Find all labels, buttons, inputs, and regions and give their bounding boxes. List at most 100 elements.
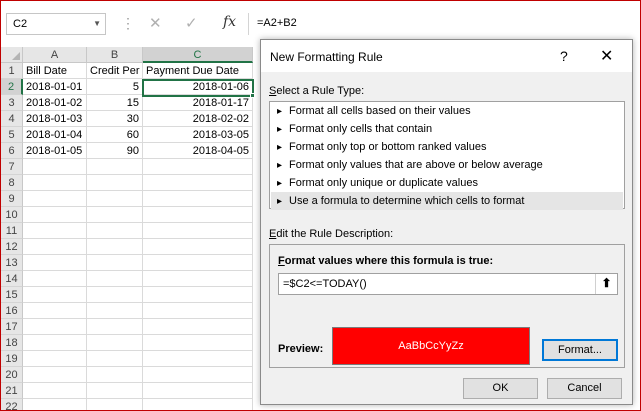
empty-cell[interactable]: [87, 335, 143, 351]
empty-cell[interactable]: [23, 223, 87, 239]
data-cell[interactable]: 2018-01-04: [23, 127, 87, 143]
formula-input[interactable]: =A2+B2: [248, 13, 640, 35]
format-button[interactable]: Format...: [542, 339, 618, 361]
data-cell[interactable]: 2018-01-02: [23, 95, 87, 111]
data-cell[interactable]: 15: [87, 95, 143, 111]
column-header-b[interactable]: B: [87, 47, 143, 63]
empty-cell[interactable]: [23, 255, 87, 271]
dialog-titlebar[interactable]: New Formatting Rule ? ✕: [261, 40, 632, 72]
empty-cell[interactable]: [143, 223, 253, 239]
empty-cell[interactable]: [87, 319, 143, 335]
select-all-button[interactable]: [1, 47, 23, 63]
column-header-a[interactable]: A: [23, 47, 87, 63]
data-cell[interactable]: 2018-04-05: [143, 143, 253, 159]
empty-cell[interactable]: [23, 303, 87, 319]
empty-cell[interactable]: [87, 223, 143, 239]
row-header-17[interactable]: 17: [1, 319, 23, 335]
rule-type-item[interactable]: ▸ Format only cells that contain: [271, 120, 623, 138]
data-cell[interactable]: 5: [87, 79, 143, 95]
row-header-10[interactable]: 10: [1, 207, 23, 223]
row-header-12[interactable]: 12: [1, 239, 23, 255]
row-header-4[interactable]: 4: [1, 111, 23, 127]
row-header-2[interactable]: 2: [1, 79, 23, 95]
row-header-3[interactable]: 3: [1, 95, 23, 111]
empty-cell[interactable]: [143, 399, 253, 410]
empty-cell[interactable]: [87, 303, 143, 319]
header-cell[interactable]: Credit Per: [87, 63, 143, 79]
empty-cell[interactable]: [143, 191, 253, 207]
empty-cell[interactable]: [23, 239, 87, 255]
data-cell[interactable]: 60: [87, 127, 143, 143]
empty-cell[interactable]: [23, 287, 87, 303]
rule-formula-input[interactable]: =$C2<=TODAY() ⬆: [278, 273, 618, 295]
empty-cell[interactable]: [23, 351, 87, 367]
empty-cell[interactable]: [143, 207, 253, 223]
empty-cell[interactable]: [143, 367, 253, 383]
empty-cell[interactable]: [143, 175, 253, 191]
column-header-c[interactable]: C: [143, 47, 253, 63]
empty-cell[interactable]: [87, 159, 143, 175]
empty-cell[interactable]: [87, 239, 143, 255]
chevron-down-icon[interactable]: ▼: [93, 19, 101, 28]
empty-cell[interactable]: [23, 399, 87, 410]
data-cell[interactable]: 2018-01-01: [23, 79, 87, 95]
empty-cell[interactable]: [143, 271, 253, 287]
collapse-dialog-icon[interactable]: ⬆: [595, 274, 617, 294]
row-header-19[interactable]: 19: [1, 351, 23, 367]
empty-cell[interactable]: [23, 367, 87, 383]
rule-type-item[interactable]: ▸ Format only values that are above or be…: [271, 156, 623, 174]
header-cell[interactable]: Bill Date: [23, 63, 87, 79]
data-cell[interactable]: 2018-01-03: [23, 111, 87, 127]
data-cell[interactable]: 2018-02-02: [143, 111, 253, 127]
data-cell[interactable]: 2018-01-06: [143, 79, 253, 95]
empty-cell[interactable]: [87, 383, 143, 399]
empty-cell[interactable]: [87, 271, 143, 287]
row-header-11[interactable]: 11: [1, 223, 23, 239]
row-header-18[interactable]: 18: [1, 335, 23, 351]
empty-cell[interactable]: [87, 255, 143, 271]
row-header-6[interactable]: 6: [1, 143, 23, 159]
empty-cell[interactable]: [87, 351, 143, 367]
empty-cell[interactable]: [87, 207, 143, 223]
help-icon[interactable]: ?: [560, 48, 568, 64]
row-header-9[interactable]: 9: [1, 191, 23, 207]
row-header-1[interactable]: 1: [1, 63, 23, 79]
row-header-22[interactable]: 22: [1, 399, 23, 410]
empty-cell[interactable]: [23, 191, 87, 207]
data-cell[interactable]: 2018-01-05: [23, 143, 87, 159]
data-cell[interactable]: 2018-01-17: [143, 95, 253, 111]
empty-cell[interactable]: [143, 255, 253, 271]
empty-cell[interactable]: [143, 351, 253, 367]
data-cell[interactable]: 2018-03-05: [143, 127, 253, 143]
empty-cell[interactable]: [23, 319, 87, 335]
empty-cell[interactable]: [87, 175, 143, 191]
empty-cell[interactable]: [87, 367, 143, 383]
empty-cell[interactable]: [87, 399, 143, 410]
row-header-15[interactable]: 15: [1, 287, 23, 303]
rule-type-item[interactable]: ▸ Format all cells based on their values: [271, 102, 623, 120]
empty-cell[interactable]: [143, 303, 253, 319]
row-header-14[interactable]: 14: [1, 271, 23, 287]
row-header-5[interactable]: 5: [1, 127, 23, 143]
fill-handle[interactable]: [250, 93, 255, 98]
row-header-21[interactable]: 21: [1, 383, 23, 399]
empty-cell[interactable]: [23, 175, 87, 191]
row-header-7[interactable]: 7: [1, 159, 23, 175]
empty-cell[interactable]: [143, 383, 253, 399]
empty-cell[interactable]: [143, 159, 253, 175]
cancel-button[interactable]: Cancel: [547, 378, 622, 399]
empty-cell[interactable]: [23, 159, 87, 175]
empty-cell[interactable]: [143, 319, 253, 335]
row-header-8[interactable]: 8: [1, 175, 23, 191]
rule-type-item[interactable]: ▸ Format only unique or duplicate values: [271, 174, 623, 192]
empty-cell[interactable]: [143, 287, 253, 303]
row-header-16[interactable]: 16: [1, 303, 23, 319]
empty-cell[interactable]: [87, 287, 143, 303]
data-cell[interactable]: 30: [87, 111, 143, 127]
empty-cell[interactable]: [23, 271, 87, 287]
empty-cell[interactable]: [143, 335, 253, 351]
enter-entry-icon[interactable]: ✓: [185, 14, 198, 32]
empty-cell[interactable]: [143, 239, 253, 255]
row-header-20[interactable]: 20: [1, 367, 23, 383]
close-icon[interactable]: ✕: [600, 46, 613, 66]
